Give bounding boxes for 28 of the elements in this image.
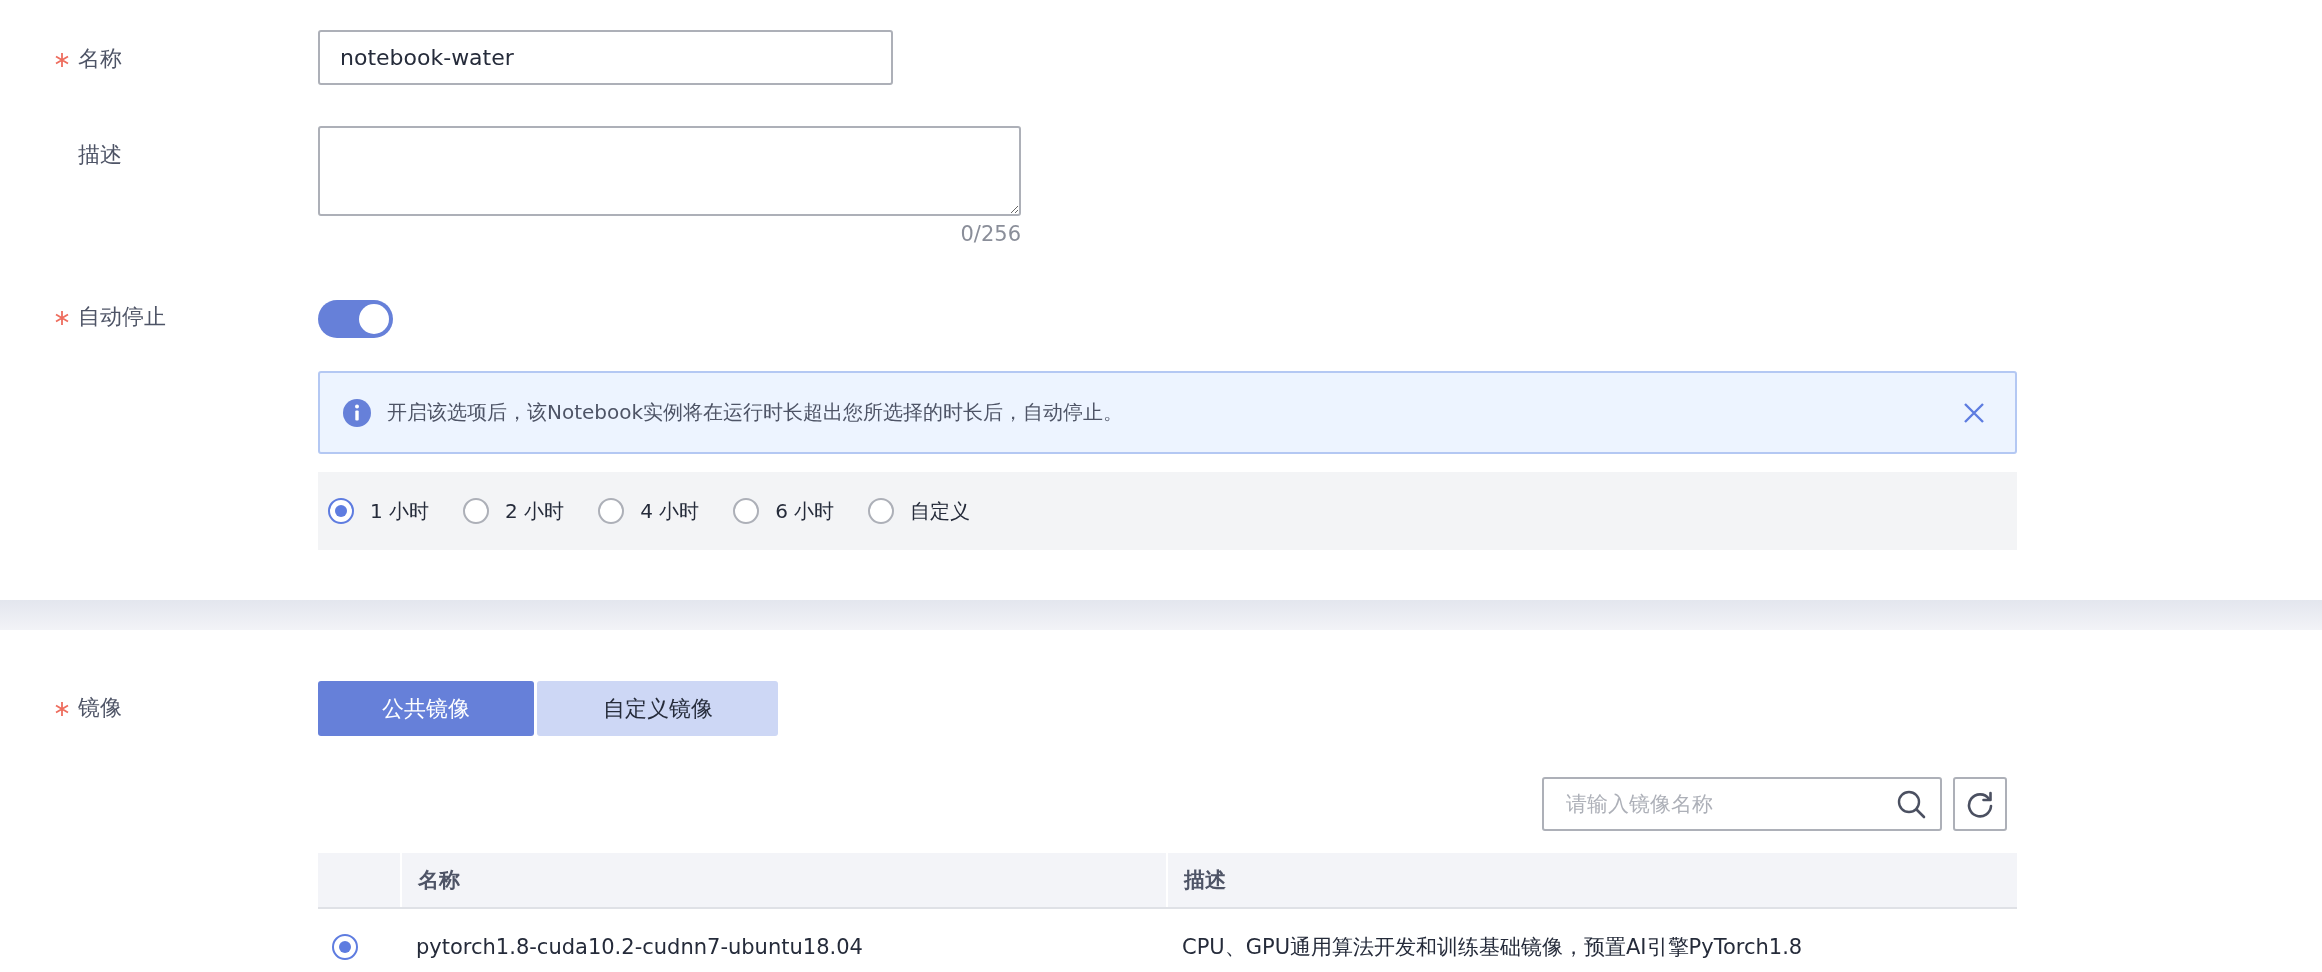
table-cell: pytorch1.8-cuda10.2-cudnn7-ubuntu18.04 [416,935,863,959]
description-input[interactable] [318,126,1021,216]
image-type-tab[interactable]: 公共镜像 [318,681,534,736]
info-icon [342,397,372,428]
field-label: 名称 [78,45,122,73]
field-label: 镜像 [78,694,122,722]
notice-text: 开启该选项后，该Notebook实例将在运行时长超出您所选择的时长后，自动停止。 [387,399,1125,426]
search-field[interactable]: 请输入镜像名称 [1542,777,1942,831]
duration-radio[interactable]: 自定义 [868,497,971,525]
field-label: 自动停止 [78,303,166,331]
refresh-button[interactable] [1953,777,2007,831]
character-counter: 0/256 [960,222,1021,246]
search-icon [1896,789,1926,819]
column-header: 描述 [1166,853,2017,907]
image-type-tab[interactable]: 自定义镜像 [537,681,778,736]
duration-radio[interactable]: 1 小时 [328,497,430,525]
duration-radio[interactable]: 4 小时 [598,497,700,525]
close-icon[interactable] [1963,401,1985,424]
search-input[interactable]: 请输入镜像名称 [1564,791,1896,817]
duration-radio[interactable]: 2 小时 [463,497,565,525]
name-input[interactable]: notebook-water [318,30,893,85]
duration-radio[interactable]: 6 小时 [733,497,835,525]
field-label: 描述 [78,141,122,169]
column-header: 名称 [400,853,1166,907]
auto-stop-toggle[interactable] [318,300,393,338]
refresh-icon [1966,790,1994,818]
row-radio[interactable] [332,934,358,960]
table-cell-text: CPU、GPU通用算法开发和训练基础镜像，预置AI引擎PyTorch1.8 [1182,934,1803,961]
